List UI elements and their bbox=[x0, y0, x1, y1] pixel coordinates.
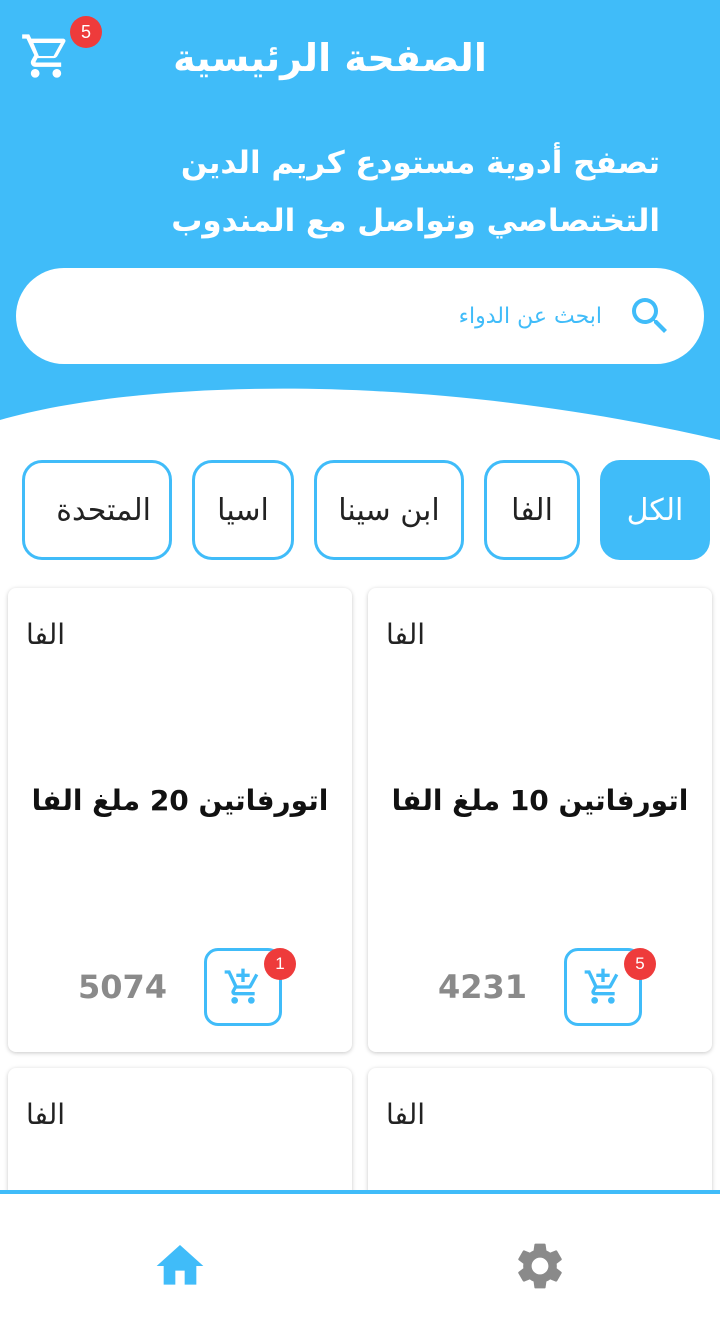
product-company: الفا bbox=[386, 1098, 426, 1131]
home-icon[interactable] bbox=[152, 1238, 208, 1294]
product-card[interactable]: الفا اتورفاتين 20 ملغ الفا 5074 1 bbox=[8, 588, 352, 1052]
product-price: 4231 bbox=[438, 968, 528, 1006]
add-to-cart-icon bbox=[224, 968, 259, 1004]
company-filter-bar[interactable]: الكل الفا ابن سينا اسيا المتحدة bbox=[20, 460, 720, 560]
page-subtitle: تصفح أدوية مستودع كريم الدين التختصاصي و… bbox=[171, 145, 660, 239]
cart-count-badge: 5 bbox=[624, 948, 656, 980]
bottom-navigation bbox=[0, 1190, 720, 1339]
product-name: اتورفاتين 10 ملغ الفا bbox=[391, 784, 689, 817]
cart-button[interactable] bbox=[20, 30, 76, 86]
cart-count-badge: 1 bbox=[264, 948, 296, 980]
product-card[interactable]: الفا اتورفاتين 10 ملغ الفا 4231 5 bbox=[368, 588, 712, 1052]
page-title: الصفحة الرئيسية bbox=[173, 36, 487, 80]
gear-icon[interactable] bbox=[512, 1238, 568, 1294]
filter-chip-ibn-sina[interactable]: ابن سينا bbox=[314, 460, 464, 560]
product-company: الفا bbox=[26, 618, 66, 651]
search-icon[interactable] bbox=[626, 292, 674, 340]
filter-chip-alpha[interactable]: الفا bbox=[484, 460, 580, 560]
cart-count-badge: 5 bbox=[70, 16, 102, 48]
filter-chip-asia[interactable]: اسيا bbox=[192, 460, 294, 560]
product-price: 5074 bbox=[78, 968, 168, 1006]
add-to-cart-icon bbox=[584, 968, 619, 1004]
product-name: اتورفاتين 20 ملغ الفا bbox=[31, 784, 329, 817]
product-company: الفا bbox=[386, 618, 426, 651]
search-bar[interactable] bbox=[16, 268, 704, 364]
filter-chip-all[interactable]: الكل bbox=[600, 460, 710, 560]
product-company: الفا bbox=[26, 1098, 66, 1131]
cart-icon bbox=[22, 34, 66, 78]
filter-chip-united[interactable]: المتحدة bbox=[22, 460, 172, 560]
search-input[interactable] bbox=[16, 303, 602, 329]
